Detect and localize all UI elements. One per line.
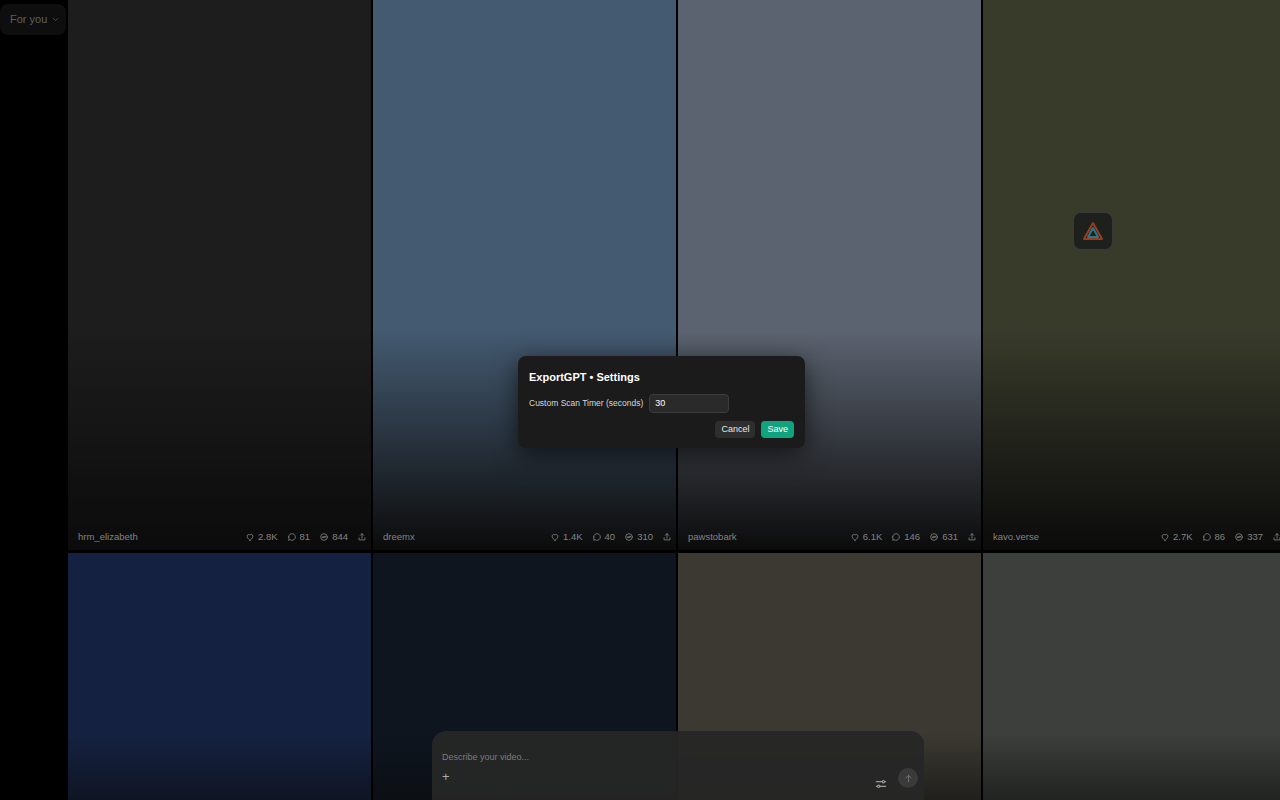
arrow-up-icon xyxy=(903,773,914,784)
settings-dialog: ExportGPT • Settings Custom Scan Timer (s… xyxy=(518,356,805,448)
dialog-actions: Cancel Save xyxy=(529,421,794,439)
add-button[interactable]: + xyxy=(442,770,450,783)
prompt-input[interactable] xyxy=(442,751,914,765)
save-button[interactable]: Save xyxy=(761,421,794,439)
dialog-title: ExportGPT • Settings xyxy=(529,369,794,386)
cancel-button[interactable]: Cancel xyxy=(715,421,755,439)
scan-timer-input[interactable] xyxy=(649,394,729,413)
sliders-icon xyxy=(874,777,888,791)
send-button[interactable] xyxy=(898,768,918,788)
scan-timer-label: Custom Scan Timer (seconds) xyxy=(529,397,643,410)
scan-timer-row: Custom Scan Timer (seconds) xyxy=(529,394,794,413)
settings-button[interactable] xyxy=(874,771,888,785)
prompt-bar: + xyxy=(432,731,924,800)
